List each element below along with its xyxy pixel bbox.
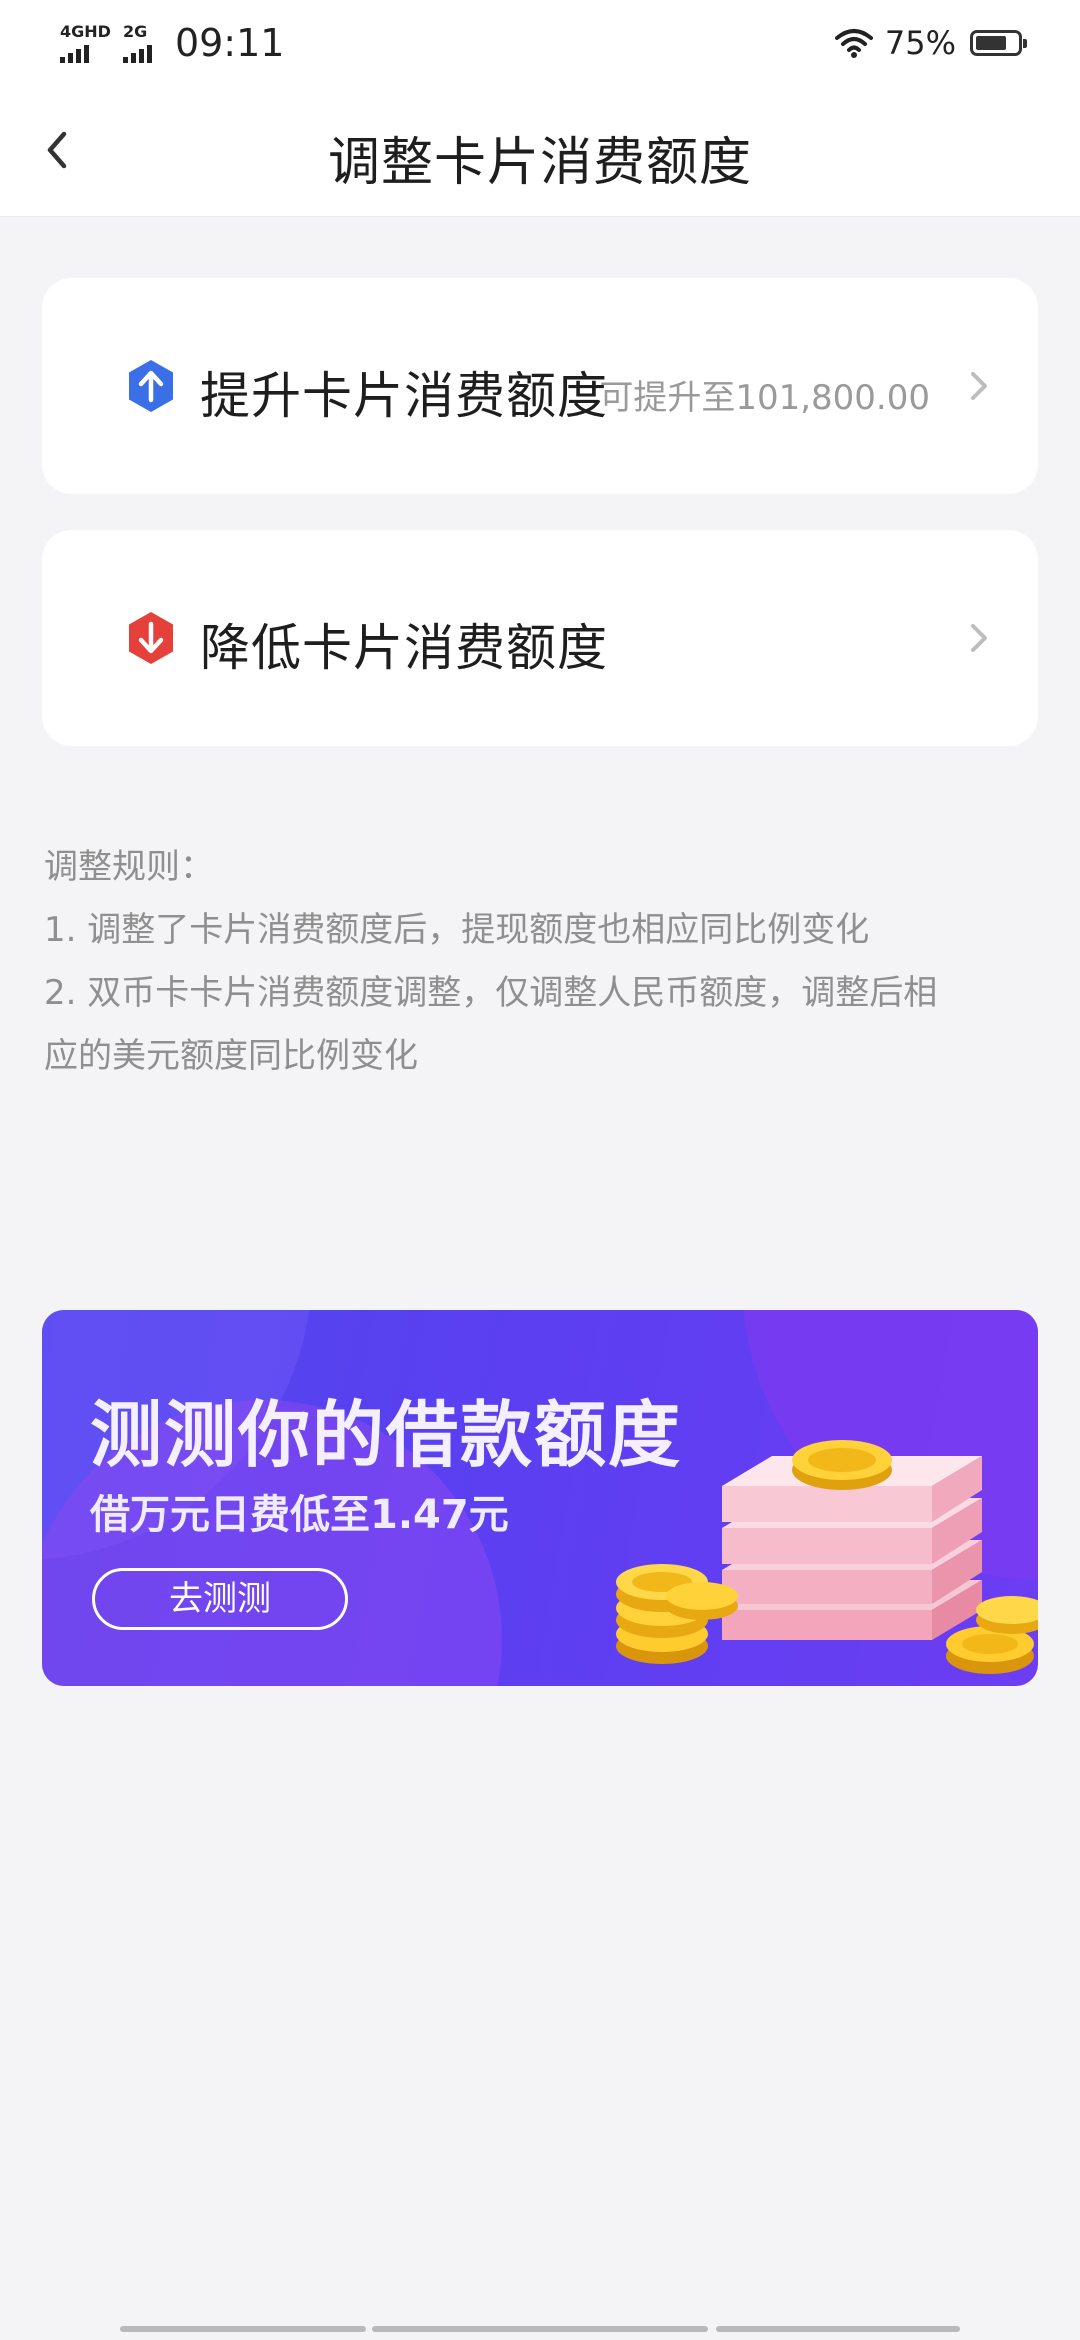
adjustment-rules: 调整规则： 1. 调整了卡片消费额度后，提现额度也相应同比例变化 2. 双币卡卡… xyxy=(44,836,1044,1088)
network-2g-indicator: 2G xyxy=(122,21,155,63)
increase-limit-card[interactable]: 提升卡片消费额度 可提升至101,800.00 xyxy=(42,278,1038,494)
rule-item-1: 1. 调整了卡片消费额度后，提现额度也相应同比例变化 xyxy=(44,910,870,950)
wifi-icon xyxy=(834,29,873,58)
network-2g-label: 2G xyxy=(122,21,148,41)
money-stack-coins-illustration xyxy=(616,1440,1038,1674)
banner-title: 测测你的借款额度 xyxy=(90,1393,683,1477)
signal-bars-icon xyxy=(60,43,92,63)
battery-icon xyxy=(970,30,1027,56)
page-title: 调整卡片消费额度 xyxy=(327,133,752,193)
status-left: 4GHD 2G 09:11 xyxy=(60,18,284,68)
loan-promo-banner[interactable]: 测测你的借款额度 借万元日费低至1.47元 去测测 xyxy=(42,1310,1038,1686)
decrease-limit-label: 降低卡片消费额度 xyxy=(200,619,608,677)
home-indicator-segment xyxy=(120,2326,366,2332)
status-right: 75% xyxy=(834,20,1027,66)
test-now-button[interactable]: 去测测 xyxy=(92,1568,348,1630)
signal-bars-icon xyxy=(122,43,155,63)
battery-percent: 75% xyxy=(884,24,956,62)
decrease-limit-card[interactable]: 降低卡片消费额度 xyxy=(42,530,1038,746)
rules-title: 调整规则： xyxy=(44,847,214,887)
battery-level-fill xyxy=(976,36,1006,50)
network-4g-label: 4GHD xyxy=(60,21,111,41)
clock: 09:11 xyxy=(174,21,285,65)
network-4g-indicator: 4GHD xyxy=(60,21,111,63)
status-bar: 4GHD 2G 09:11 75% xyxy=(0,0,1080,84)
increase-limit-hint: 可提升至101,800.00 xyxy=(599,378,930,418)
chevron-right-icon xyxy=(971,624,987,652)
chevron-right-icon xyxy=(971,372,987,400)
arrow-up-hexagon-icon xyxy=(129,360,173,412)
rule-item-2-cont: 应的美元额度同比例变化 xyxy=(44,1036,418,1076)
increase-limit-label: 提升卡片消费额度 xyxy=(200,367,608,425)
navigation-bar: 调整卡片消费额度 xyxy=(0,84,1080,217)
home-indicator-segment xyxy=(716,2326,960,2332)
home-indicator-segment xyxy=(372,2326,708,2332)
arrow-down-hexagon-icon xyxy=(129,612,173,664)
rule-item-2: 2. 双币卡卡片消费额度调整，仅调整人民币额度，调整后相 xyxy=(44,973,938,1013)
banner-subtitle: 借万元日费低至1.47元 xyxy=(90,1492,509,1538)
